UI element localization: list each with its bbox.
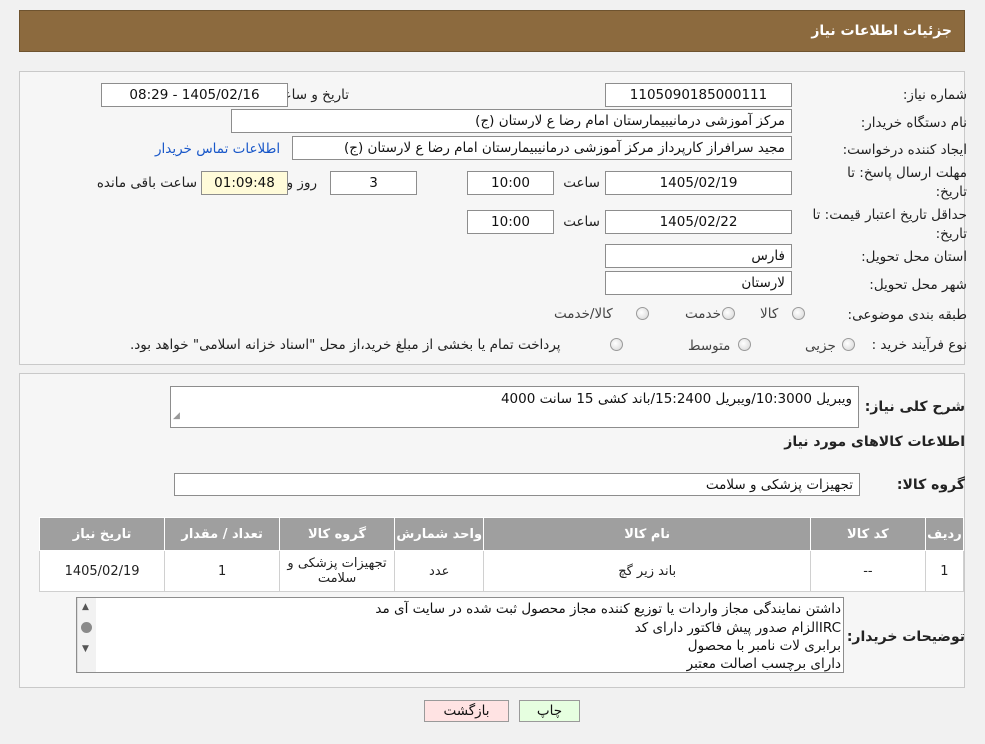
category-radio-goods-service[interactable]	[636, 307, 649, 320]
need-number-field: 1105090185000111	[605, 83, 792, 107]
purchase-radio-medium[interactable]	[738, 338, 751, 351]
category-radio-service[interactable]	[722, 307, 735, 320]
remaining-time-field: 01:09:48	[201, 171, 288, 195]
reply-date-field: 1405/02/19	[605, 171, 792, 195]
purchase-radio-treasury[interactable]	[610, 338, 623, 351]
province-field: فارس	[605, 244, 792, 268]
reply-hour-label: ساعت	[563, 175, 600, 191]
category-radio-goods[interactable]	[792, 307, 805, 320]
col-qty: تعداد / مقدار	[164, 517, 281, 551]
buyer-notes-label: توضیحات خریدار:	[846, 629, 965, 645]
buyer-contact-link[interactable]: اطلاعات تماس خریدار	[155, 141, 280, 157]
col-row: ردیف	[924, 517, 965, 551]
goods-table: ردیف کد کالا نام کالا واحد شمارش گروه کا…	[38, 517, 965, 592]
category-option-goods: کالا	[760, 306, 779, 322]
need-desc-field: ویبریل 10:3000/ویبریل 15:2400/باند کشی 1…	[170, 386, 859, 428]
page-title: جزئیات اطلاعات نیاز	[811, 23, 952, 39]
announce-datetime-field: 1405/02/16 - 08:29	[101, 83, 288, 107]
need-desc-text: ویبریل 10:3000/ویبریل 15:2400/باند کشی 1…	[500, 391, 852, 407]
goods-info-heading: اطلاعات کالاهای مورد نیاز	[784, 434, 965, 450]
col-code: کد کالا	[809, 517, 926, 551]
price-validity-label: حداقل تاریخ اعتبار قیمت: تا	[812, 207, 967, 223]
cell-group: تجهیزات پزشکی و سلامت	[279, 550, 395, 592]
page-header: جزئیات اطلاعات نیاز	[19, 10, 965, 52]
col-date: تاریخ نیاز	[38, 517, 166, 551]
cell-row: 1	[924, 550, 965, 592]
buyer-org-label: نام دستگاه خریدار:	[860, 115, 967, 131]
col-name: نام کالا	[483, 517, 811, 551]
category-label: طبقه بندی موضوعی:	[847, 307, 967, 323]
reply-deadline-label-2: تاریخ:	[935, 184, 967, 200]
city-field: لارستان	[605, 271, 792, 295]
purchase-option-medium: متوسط	[688, 338, 731, 354]
city-label: شهر محل تحویل:	[869, 277, 967, 293]
category-option-service: خدمت	[685, 306, 721, 322]
reply-days-field: 3	[330, 171, 417, 195]
goods-group-label: گروه کالا:	[896, 477, 965, 493]
table-row: 1 -- باند زیر گچ عدد تجهیزات پزشکی و سلا…	[38, 550, 965, 592]
price-validity-label-2: تاریخ:	[935, 226, 967, 242]
buyer-org-field: مرکز آموزشی درمانیبیمارستان امام رضا ع ل…	[231, 109, 792, 133]
back-button[interactable]: بازگشت	[424, 700, 509, 722]
need-desc-label: شرح کلی نیاز:	[864, 399, 965, 415]
purchase-option-minor: جزیی	[805, 338, 836, 354]
purchase-type-label: نوع فرآیند خرید :	[871, 337, 967, 353]
price-hour-label: ساعت	[563, 214, 600, 230]
price-validity-date-field: 1405/02/22	[605, 210, 792, 234]
category-option-goods-service: کالا/خدمت	[554, 306, 613, 322]
print-button[interactable]: چاپ	[519, 700, 580, 722]
note-line: IRCالزام صدور پیش فاکتور دارای کد	[634, 620, 841, 636]
scroll-down-icon[interactable]: ▼	[82, 644, 89, 654]
purchase-radio-minor[interactable]	[842, 338, 855, 351]
days-and-label: روز و	[286, 175, 317, 191]
need-number-label: شماره نیاز:	[902, 87, 967, 103]
cell-date: 1405/02/19	[38, 550, 166, 592]
reply-time-field: 10:00	[467, 171, 554, 195]
purchase-note: پرداخت تمام یا بخشی از مبلغ خرید،از محل …	[130, 337, 561, 353]
cell-unit: عدد	[393, 550, 485, 592]
goods-group-field: تجهیزات پزشکی و سلامت	[174, 473, 860, 496]
resize-grip-icon[interactable]: ◢	[173, 406, 180, 426]
scroll-thumb[interactable]	[81, 622, 92, 633]
buyer-notes-field: داشتن نمایندگی مجاز واردات یا توزیع کنند…	[76, 597, 844, 673]
reply-deadline-label: مهلت ارسال پاسخ: تا	[847, 165, 967, 181]
cell-name: باند زیر گچ	[483, 550, 811, 592]
note-line: داشتن نمایندگی مجاز واردات یا توزیع کنند…	[375, 601, 841, 617]
remaining-label: ساعت باقی مانده	[96, 175, 197, 191]
col-group: گروه کالا	[279, 517, 395, 551]
cell-code: --	[809, 550, 926, 592]
table-header-row: ردیف کد کالا نام کالا واحد شمارش گروه کا…	[38, 517, 965, 551]
requester-label: ایجاد کننده درخواست:	[842, 142, 967, 158]
note-line: دارای برچسب اصالت معتبر	[686, 656, 841, 672]
note-line: برابری لات نامبر با محصول	[687, 638, 841, 654]
cell-qty: 1	[164, 550, 281, 592]
requester-field: مجید سرافراز کارپرداز مرکز آموزشی درمانی…	[292, 136, 792, 160]
col-unit: واحد شمارش	[393, 517, 485, 551]
price-validity-time-field: 10:00	[467, 210, 554, 234]
notes-scrollbar[interactable]: ▲ ▼	[77, 598, 96, 672]
province-label: استان محل تحویل:	[861, 249, 967, 265]
scroll-up-icon[interactable]: ▲	[82, 602, 89, 612]
